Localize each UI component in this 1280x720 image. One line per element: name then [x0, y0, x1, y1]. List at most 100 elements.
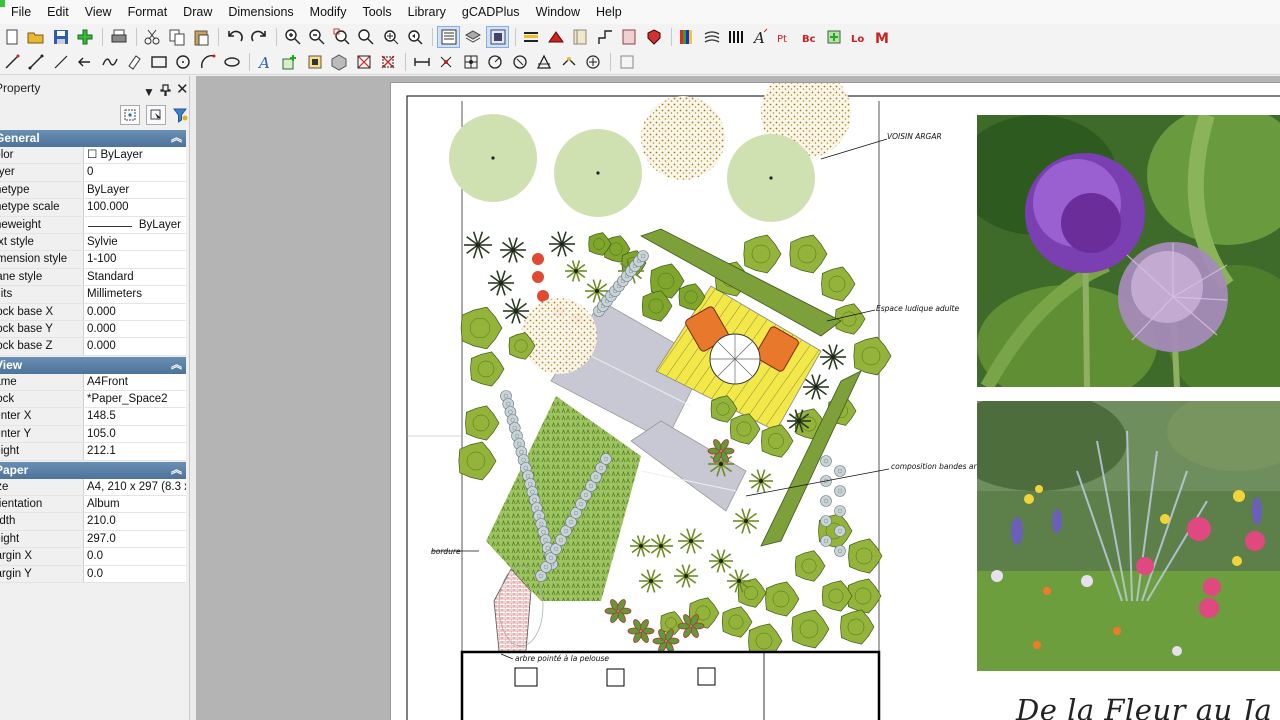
- color-icon[interactable]: [544, 26, 567, 48]
- property-row[interactable]: Text styleSylvie: [0, 233, 186, 252]
- ellipse-icon[interactable]: [221, 51, 244, 73]
- collapse-icon[interactable]: ︽: [171, 130, 182, 147]
- ortho-icon[interactable]: [533, 51, 556, 73]
- layout-icon[interactable]: Lo: [847, 26, 870, 48]
- property-value[interactable]: 0.0: [84, 566, 186, 582]
- block-icon[interactable]: Bc: [798, 26, 821, 48]
- menu-dimensions[interactable]: Dimensions: [220, 0, 301, 24]
- undo-icon[interactable]: [223, 26, 246, 48]
- rectangle-icon[interactable]: [147, 51, 170, 73]
- property-row[interactable]: Dimension style1-100: [0, 251, 186, 269]
- property-value[interactable]: 0.000: [84, 321, 186, 337]
- copy-icon[interactable]: [165, 26, 188, 48]
- property-value[interactable]: 210.0: [84, 513, 186, 529]
- hatch-icon[interactable]: [700, 26, 723, 48]
- zoom-in-icon[interactable]: [281, 26, 304, 48]
- property-value[interactable]: 0.0: [84, 548, 186, 564]
- close-icon[interactable]: ✕: [176, 78, 189, 102]
- property-row[interactable]: Color☐ ByLayer: [0, 147, 186, 165]
- cut-icon[interactable]: [141, 26, 164, 48]
- corner-icon[interactable]: [593, 26, 616, 48]
- property-row[interactable]: Center Y105.0: [0, 425, 186, 444]
- explode-icon[interactable]: [377, 51, 400, 73]
- property-value[interactable]: 0: [84, 164, 186, 180]
- quick-select-icon[interactable]: [120, 105, 140, 125]
- brand-icon[interactable]: M: [872, 26, 895, 48]
- property-value[interactable]: Sylvie: [84, 234, 186, 250]
- library-icon[interactable]: [569, 26, 592, 48]
- shield-icon[interactable]: [642, 26, 665, 48]
- menu-edit[interactable]: Edit: [39, 0, 77, 24]
- text-icon[interactable]: A: [254, 51, 277, 73]
- property-value[interactable]: 297.0: [84, 531, 186, 547]
- properties-icon[interactable]: [437, 25, 460, 48]
- property-value[interactable]: Standard: [84, 269, 186, 285]
- zoom-previous-icon[interactable]: [404, 26, 427, 48]
- menu-modify[interactable]: Modify: [302, 0, 355, 24]
- menu-format[interactable]: Format: [120, 0, 176, 24]
- line-weight-icon[interactable]: [520, 26, 543, 48]
- collapse-icon[interactable]: ︽: [171, 462, 182, 479]
- property-value[interactable]: 1-100: [84, 251, 186, 267]
- property-value[interactable]: ☐ ByLayer: [84, 147, 186, 163]
- property-row[interactable]: Margin X0.0: [0, 548, 186, 566]
- frame-icon[interactable]: [618, 26, 641, 48]
- property-row[interactable]: Plane styleStandard: [0, 268, 186, 287]
- property-row[interactable]: Linetype scale100.000: [0, 199, 186, 217]
- rotate-icon[interactable]: [484, 51, 507, 73]
- property-value[interactable]: *Paper_Space2: [84, 391, 186, 407]
- property-row[interactable]: Block base Z0.000: [0, 338, 186, 356]
- group-icon[interactable]: [303, 51, 326, 73]
- property-value[interactable]: ByLayer: [84, 182, 186, 198]
- property-value[interactable]: 100.000: [84, 199, 186, 215]
- line-icon[interactable]: [25, 51, 48, 73]
- polyline-icon[interactable]: [0, 51, 23, 73]
- property-row[interactable]: Layer0: [0, 164, 186, 182]
- section-general[interactable]: General ︽: [0, 130, 186, 147]
- property-row[interactable]: LinetypeByLayer: [0, 181, 186, 200]
- layout-tab-icon[interactable]: [615, 51, 638, 73]
- property-value[interactable]: 148.5: [84, 408, 186, 424]
- grid-icon[interactable]: [459, 51, 482, 73]
- add-block-icon[interactable]: [823, 26, 846, 48]
- dimension-icon[interactable]: [725, 26, 748, 48]
- distance-icon[interactable]: [410, 51, 433, 73]
- arrow-icon[interactable]: [74, 51, 97, 73]
- tracking-icon[interactable]: [582, 51, 605, 73]
- section-paper[interactable]: Paper ︽: [0, 461, 186, 479]
- filter-icon[interactable]: [171, 105, 191, 125]
- color-palette-icon[interactable]: [676, 26, 699, 48]
- property-row[interactable]: OrientationAlbum: [0, 496, 186, 514]
- property-row[interactable]: UnitsMillimeters: [0, 286, 186, 304]
- polar-icon[interactable]: [557, 51, 580, 73]
- property-value[interactable]: ByLayer: [84, 216, 186, 233]
- property-row[interactable]: Width210.0: [0, 513, 186, 531]
- save-icon[interactable]: [49, 26, 72, 48]
- open-icon[interactable]: [25, 26, 48, 48]
- collapse-icon[interactable]: ︽: [171, 357, 182, 374]
- property-value[interactable]: 0.000: [84, 338, 186, 354]
- menu-draw[interactable]: Draw: [175, 0, 220, 24]
- property-row[interactable]: LineweightByLayer: [0, 216, 186, 234]
- menu-help[interactable]: Help: [588, 0, 630, 24]
- menu-library[interactable]: Library: [400, 0, 454, 24]
- paste-icon[interactable]: [190, 26, 213, 48]
- paper-sheet[interactable]: VOISIN ARGAR Espace ludique adulte compo…: [390, 82, 1280, 720]
- ray-icon[interactable]: [49, 51, 72, 73]
- menu-gcadplus[interactable]: gCADPlus: [454, 0, 528, 24]
- osnap-icon[interactable]: [508, 51, 531, 73]
- property-row[interactable]: Block base X0.000: [0, 303, 186, 321]
- property-row[interactable]: SizeA4, 210 x 297 (8.3 x: [0, 478, 186, 497]
- select-objects-icon[interactable]: [146, 105, 166, 125]
- property-row[interactable]: Center X148.5: [0, 408, 186, 426]
- property-value[interactable]: 0.000: [84, 304, 186, 320]
- property-value[interactable]: 212.1: [84, 443, 186, 459]
- redo-icon[interactable]: [248, 26, 271, 48]
- property-row[interactable]: NameA4Front: [0, 373, 186, 392]
- trim-icon[interactable]: [352, 51, 375, 73]
- arc-icon[interactable]: [196, 51, 219, 73]
- point-icon[interactable]: Pt: [774, 26, 797, 48]
- cube-icon[interactable]: [328, 51, 351, 73]
- menu-tools[interactable]: Tools: [354, 0, 399, 24]
- property-value[interactable]: A4, 210 x 297 (8.3 x: [84, 479, 186, 495]
